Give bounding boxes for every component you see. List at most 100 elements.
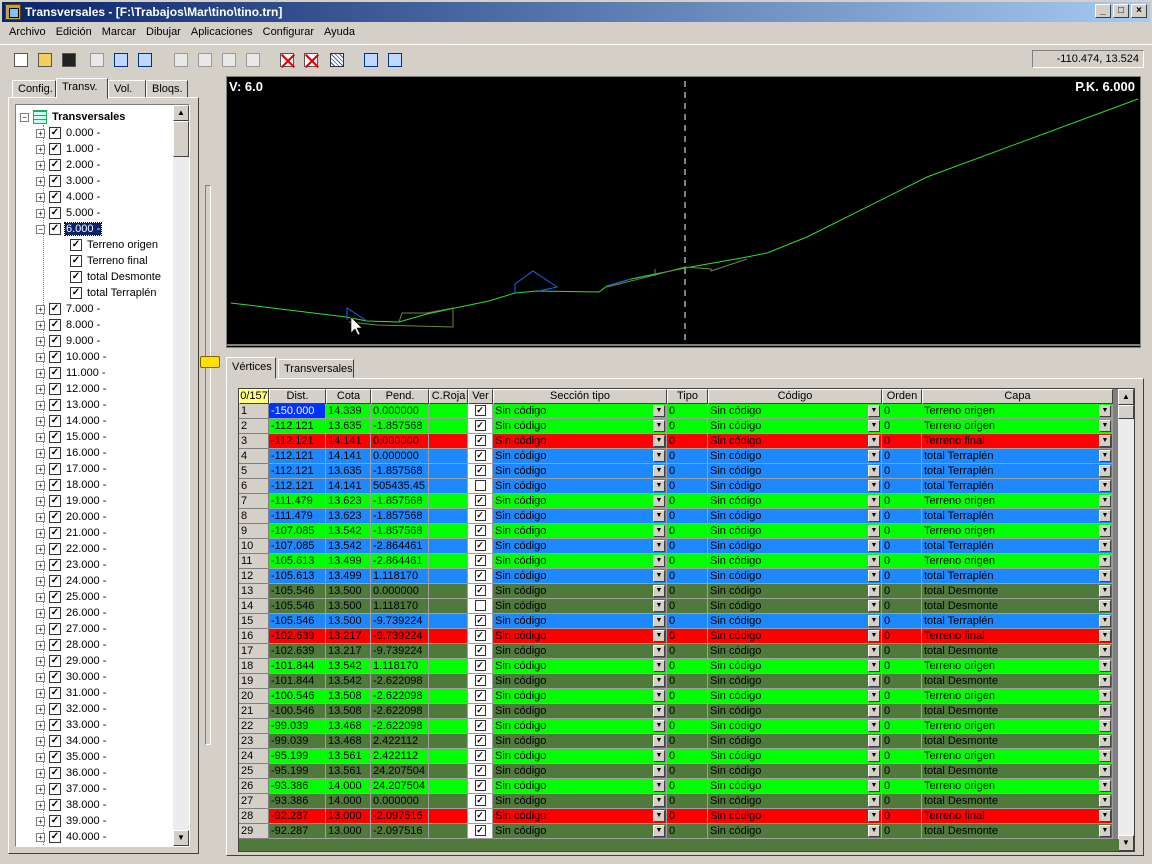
orden-cell[interactable]: 0	[882, 419, 922, 434]
croja-cell[interactable]	[429, 449, 468, 464]
seccion-tipo-select[interactable]: Sin código ▼	[493, 569, 667, 584]
layer-checkbox[interactable]: ✓	[70, 271, 82, 283]
table-row[interactable]: 9 -107.085 13.542 -1.857568 ✓ Sin código ▼ 0 Sin…	[239, 524, 1113, 539]
orden-cell[interactable]: 0	[882, 614, 922, 629]
seccion-tipo-select[interactable]: Sin código ▼	[493, 704, 667, 719]
menu-dibujar[interactable]: Dibujar	[141, 26, 186, 38]
dropdown-arrow-icon[interactable]: ▼	[1099, 420, 1111, 432]
dropdown-arrow-icon[interactable]: ▼	[868, 405, 880, 417]
tipo-cell[interactable]: 0	[667, 509, 708, 524]
cota-cell[interactable]: 13.623	[326, 509, 371, 524]
table-row[interactable]: 23 -99.039 13.468 2.422112 ✓ Sin código ▼ 0 Sin …	[239, 734, 1113, 749]
croja-cell[interactable]	[429, 779, 468, 794]
codigo-select[interactable]: Sin código ▼	[708, 479, 882, 494]
station-checkbox[interactable]: ✓	[49, 543, 61, 555]
capa-select[interactable]: total Desmonte ▼	[922, 674, 1113, 689]
dist-cell[interactable]: -92.287	[269, 824, 326, 839]
dropdown-arrow-icon[interactable]: ▼	[653, 600, 665, 612]
dropdown-arrow-icon[interactable]: ▼	[1099, 555, 1111, 567]
cota-cell[interactable]: 13.542	[326, 674, 371, 689]
ver-checkbox[interactable]: ✓	[474, 585, 486, 596]
seccion-tipo-select[interactable]: Sin código ▼	[493, 644, 667, 659]
seccion-tipo-select[interactable]: Sin código ▼	[493, 419, 667, 434]
table-row[interactable]: 14 -105.546 13.500 1.118170 Sin código ▼ 0 Sin …	[239, 599, 1113, 614]
dropdown-arrow-icon[interactable]: ▼	[653, 630, 665, 642]
dist-cell[interactable]: -99.039	[269, 734, 326, 749]
pend-cell[interactable]: -9.739224	[371, 629, 429, 644]
tipo-cell[interactable]: 0	[667, 629, 708, 644]
ver-cell[interactable]: ✓	[468, 449, 493, 464]
codigo-select[interactable]: Sin código ▼	[708, 614, 882, 629]
orden-cell[interactable]: 0	[882, 644, 922, 659]
dropdown-arrow-icon[interactable]: ▼	[868, 525, 880, 537]
dropdown-arrow-icon[interactable]: ▼	[868, 720, 880, 732]
dist-cell[interactable]: -101.844	[269, 674, 326, 689]
tree-station-item[interactable]: + ✓ 30.000 -	[36, 669, 107, 685]
orden-cell[interactable]: 0	[882, 689, 922, 704]
expand-toggle[interactable]: +	[36, 336, 45, 346]
ver-cell[interactable]: ✓	[468, 584, 493, 599]
ver-cell[interactable]: ✓	[468, 614, 493, 629]
expand-toggle[interactable]: +	[36, 608, 45, 618]
croja-cell[interactable]	[429, 599, 468, 614]
station-checkbox[interactable]: ✓	[49, 687, 61, 699]
station-checkbox[interactable]: ✓	[49, 463, 61, 475]
seccion-tipo-select[interactable]: Sin código ▼	[493, 479, 667, 494]
expand-toggle[interactable]: +	[36, 816, 45, 826]
seccion-tipo-select[interactable]: Sin código ▼	[493, 719, 667, 734]
capa-select[interactable]: Terreno final ▼	[922, 434, 1113, 449]
app-icon[interactable]	[5, 4, 21, 20]
ver-cell[interactable]: ✓	[468, 764, 493, 779]
capa-select[interactable]: total Terraplén ▼	[922, 614, 1113, 629]
croja-cell[interactable]	[429, 584, 468, 599]
expand-toggle[interactable]: +	[36, 704, 45, 714]
station-checkbox[interactable]: ✓	[49, 735, 61, 747]
tipo-cell[interactable]: 0	[667, 734, 708, 749]
sections-tree[interactable]: ▲ ▼ − Transversales + ✓ 0.000 - + ✓ 1.000 - + ✓ 2.…	[15, 104, 190, 847]
tree-station-item[interactable]: + ✓ 28.000 -	[36, 637, 107, 653]
dropdown-arrow-icon[interactable]: ▼	[653, 465, 665, 477]
column-header[interactable]: Dist.	[269, 389, 326, 404]
tree-station-item[interactable]: + ✓ 21.000 -	[36, 525, 107, 541]
ver-cell[interactable]: ✓	[468, 749, 493, 764]
column-header[interactable]: C.Roja	[429, 389, 468, 404]
maximize-button[interactable]: □	[1113, 4, 1129, 18]
seccion-tipo-select[interactable]: Sin código ▼	[493, 494, 667, 509]
tree-station-item[interactable]: + ✓ 14.000 -	[36, 413, 107, 429]
seccion-tipo-select[interactable]: Sin código ▼	[493, 779, 667, 794]
table-row[interactable]: 4 -112.121 14.141 0.000000 ✓ Sin código ▼ 0 Sin …	[239, 449, 1113, 464]
dropdown-arrow-icon[interactable]: ▼	[868, 705, 880, 717]
ver-cell[interactable]: ✓	[468, 539, 493, 554]
seccion-tipo-select[interactable]: Sin código ▼	[493, 614, 667, 629]
croja-cell[interactable]	[429, 704, 468, 719]
capa-select[interactable]: total Desmonte ▼	[922, 599, 1113, 614]
station-checkbox[interactable]: ✓	[49, 303, 61, 315]
expand-toggle[interactable]: +	[36, 144, 45, 154]
table-button[interactable]	[300, 49, 322, 71]
expand-toggle[interactable]: +	[36, 560, 45, 570]
dropdown-arrow-icon[interactable]: ▼	[868, 600, 880, 612]
expand-toggle[interactable]: +	[36, 416, 45, 426]
cota-cell[interactable]: 13.217	[326, 644, 371, 659]
menu-edicion[interactable]: Edición	[51, 26, 97, 38]
croja-cell[interactable]	[429, 824, 468, 839]
pend-cell[interactable]: 2.422112	[371, 749, 429, 764]
dropdown-arrow-icon[interactable]: ▼	[1099, 570, 1111, 582]
expand-toggle[interactable]: +	[36, 128, 45, 138]
print-button[interactable]	[86, 49, 108, 71]
cota-cell[interactable]: 13.468	[326, 734, 371, 749]
import-button[interactable]	[134, 49, 156, 71]
table-row[interactable]: 15 -105.546 13.500 -9.739224 ✓ Sin código ▼ 0 Si…	[239, 614, 1113, 629]
tree-station-item[interactable]: + ✓ 19.000 -	[36, 493, 107, 509]
ver-cell[interactable]: ✓	[468, 674, 493, 689]
tipo-cell[interactable]: 0	[667, 659, 708, 674]
croja-cell[interactable]	[429, 809, 468, 824]
expand-toggle[interactable]: +	[36, 512, 45, 522]
dropdown-arrow-icon[interactable]: ▼	[653, 720, 665, 732]
ver-checkbox[interactable]: ✓	[474, 540, 486, 551]
station-checkbox[interactable]: ✓	[49, 143, 61, 155]
scroll-up-button[interactable]: ▲	[173, 105, 189, 121]
codigo-select[interactable]: Sin código ▼	[708, 524, 882, 539]
table-row[interactable]: 20 -100.546 13.508 -2.622098 ✓ Sin código ▼ 0 Si…	[239, 689, 1113, 704]
dropdown-arrow-icon[interactable]: ▼	[1099, 615, 1111, 627]
